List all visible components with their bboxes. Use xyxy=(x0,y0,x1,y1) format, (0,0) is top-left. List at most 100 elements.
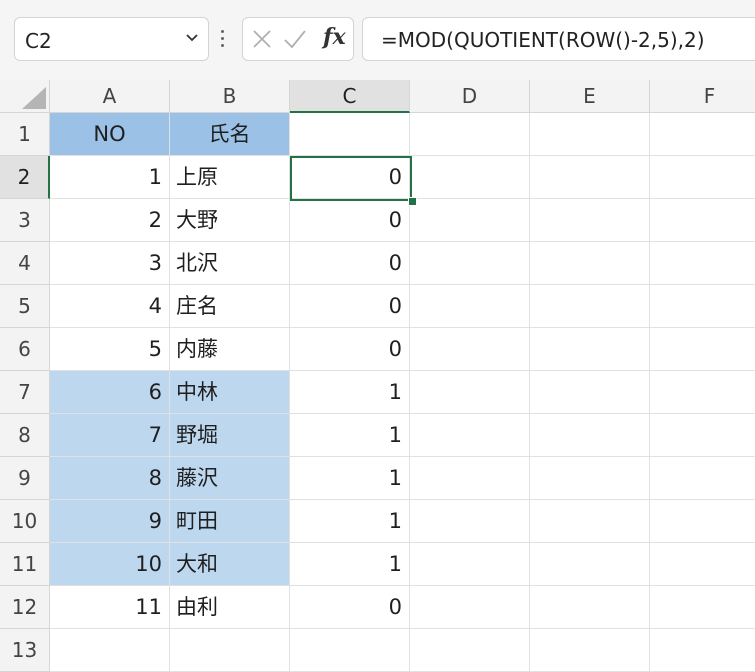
column-header-d[interactable]: D xyxy=(410,80,530,113)
cell-a7[interactable]: 6 xyxy=(50,371,170,414)
row-header-8[interactable]: 8 xyxy=(0,414,50,457)
cell-e4[interactable] xyxy=(530,242,650,285)
chevron-down-icon[interactable] xyxy=(182,28,202,48)
cancel-x-icon[interactable] xyxy=(251,28,273,50)
column-header-f[interactable]: F xyxy=(650,80,755,113)
cell-f6[interactable] xyxy=(650,328,755,371)
cell-d9[interactable] xyxy=(410,457,530,500)
cell-e7[interactable] xyxy=(530,371,650,414)
cell-c1[interactable] xyxy=(290,113,410,156)
cell-f5[interactable] xyxy=(650,285,755,328)
cell-d1[interactable] xyxy=(410,113,530,156)
cell-f10[interactable] xyxy=(650,500,755,543)
cell-a3[interactable]: 2 xyxy=(50,199,170,242)
cell-e9[interactable] xyxy=(530,457,650,500)
cell-c3[interactable]: 0 xyxy=(290,199,410,242)
column-header-e[interactable]: E xyxy=(530,80,650,113)
cell-e11[interactable] xyxy=(530,543,650,586)
insert-function-fx-icon[interactable]: fx xyxy=(323,24,346,50)
cell-d8[interactable] xyxy=(410,414,530,457)
cell-e12[interactable] xyxy=(530,586,650,629)
cell-d6[interactable] xyxy=(410,328,530,371)
worksheet-grid[interactable]: ABCDEF 1 2 3 4 5 6 7 8 9 10 11 12 13 NO 氏名 1 上原 0 2 大野 0 3 北沢… xyxy=(0,80,755,672)
cell-c9[interactable]: 1 xyxy=(290,457,410,500)
cell-b7[interactable]: 中林 xyxy=(170,371,290,414)
row-header-13[interactable]: 13 xyxy=(0,629,50,672)
cell-c7[interactable]: 1 xyxy=(290,371,410,414)
cell-f12[interactable] xyxy=(650,586,755,629)
cell-e6[interactable] xyxy=(530,328,650,371)
row-header-11[interactable]: 11 xyxy=(0,543,50,586)
formula-bar-grip-icon[interactable] xyxy=(219,26,225,52)
cell-b3[interactable]: 大野 xyxy=(170,199,290,242)
cell-a10[interactable]: 9 xyxy=(50,500,170,543)
cell-b5[interactable]: 庄名 xyxy=(170,285,290,328)
cell-e1[interactable] xyxy=(530,113,650,156)
cell-d5[interactable] xyxy=(410,285,530,328)
formula-input[interactable]: =MOD(QUOTIENT(ROW()-2,5),2) xyxy=(362,17,755,61)
cell-a4[interactable]: 3 xyxy=(50,242,170,285)
cell-e10[interactable] xyxy=(530,500,650,543)
row-header-3[interactable]: 3 xyxy=(0,199,50,242)
cell-b12[interactable]: 由利 xyxy=(170,586,290,629)
cell-d3[interactable] xyxy=(410,199,530,242)
row-header-7[interactable]: 7 xyxy=(0,371,50,414)
column-header-b[interactable]: B xyxy=(170,80,290,113)
row-header-1[interactable]: 1 xyxy=(0,113,50,156)
cell-d12[interactable] xyxy=(410,586,530,629)
cell-f7[interactable] xyxy=(650,371,755,414)
cell-b13[interactable] xyxy=(170,629,290,672)
cell-b8[interactable]: 野堀 xyxy=(170,414,290,457)
cell-e5[interactable] xyxy=(530,285,650,328)
cell-e2[interactable] xyxy=(530,156,650,199)
cell-f1[interactable] xyxy=(650,113,755,156)
cell-d10[interactable] xyxy=(410,500,530,543)
name-box[interactable]: C2 xyxy=(14,17,209,61)
cell-f11[interactable] xyxy=(650,543,755,586)
cell-d13[interactable] xyxy=(410,629,530,672)
cell-c4[interactable]: 0 xyxy=(290,242,410,285)
cell-a2[interactable]: 1 xyxy=(50,156,170,199)
row-header-6[interactable]: 6 xyxy=(0,328,50,371)
cell-a8[interactable]: 7 xyxy=(50,414,170,457)
cell-c12[interactable]: 0 xyxy=(290,586,410,629)
cell-a9[interactable]: 8 xyxy=(50,457,170,500)
cell-c6[interactable]: 0 xyxy=(290,328,410,371)
cell-b4[interactable]: 北沢 xyxy=(170,242,290,285)
cell-b1[interactable]: 氏名 xyxy=(170,113,290,156)
cell-c11[interactable]: 1 xyxy=(290,543,410,586)
cell-a1[interactable]: NO xyxy=(50,113,170,156)
row-header-2[interactable]: 2 xyxy=(0,156,50,199)
cell-f2[interactable] xyxy=(650,156,755,199)
column-header-a[interactable]: A xyxy=(50,80,170,113)
cell-c5[interactable]: 0 xyxy=(290,285,410,328)
cell-b11[interactable]: 大和 xyxy=(170,543,290,586)
cell-b2[interactable]: 上原 xyxy=(170,156,290,199)
cell-a6[interactable]: 5 xyxy=(50,328,170,371)
cell-e13[interactable] xyxy=(530,629,650,672)
cell-f8[interactable] xyxy=(650,414,755,457)
select-all-corner[interactable] xyxy=(0,80,50,113)
cell-b10[interactable]: 町田 xyxy=(170,500,290,543)
cell-d7[interactable] xyxy=(410,371,530,414)
column-header-c[interactable]: C xyxy=(290,80,410,113)
row-header-5[interactable]: 5 xyxy=(0,285,50,328)
cell-a13[interactable] xyxy=(50,629,170,672)
cell-e3[interactable] xyxy=(530,199,650,242)
row-header-10[interactable]: 10 xyxy=(0,500,50,543)
cell-a12[interactable]: 11 xyxy=(50,586,170,629)
cell-a5[interactable]: 4 xyxy=(50,285,170,328)
cell-c2[interactable]: 0 xyxy=(290,156,410,199)
cell-f4[interactable] xyxy=(650,242,755,285)
row-header-4[interactable]: 4 xyxy=(0,242,50,285)
cell-d4[interactable] xyxy=(410,242,530,285)
cell-b9[interactable]: 藤沢 xyxy=(170,457,290,500)
cell-d2[interactable] xyxy=(410,156,530,199)
cell-f3[interactable] xyxy=(650,199,755,242)
fill-handle[interactable] xyxy=(408,197,417,206)
cell-a11[interactable]: 10 xyxy=(50,543,170,586)
cell-c13[interactable] xyxy=(290,629,410,672)
row-header-9[interactable]: 9 xyxy=(0,457,50,500)
cell-c8[interactable]: 1 xyxy=(290,414,410,457)
cell-e8[interactable] xyxy=(530,414,650,457)
